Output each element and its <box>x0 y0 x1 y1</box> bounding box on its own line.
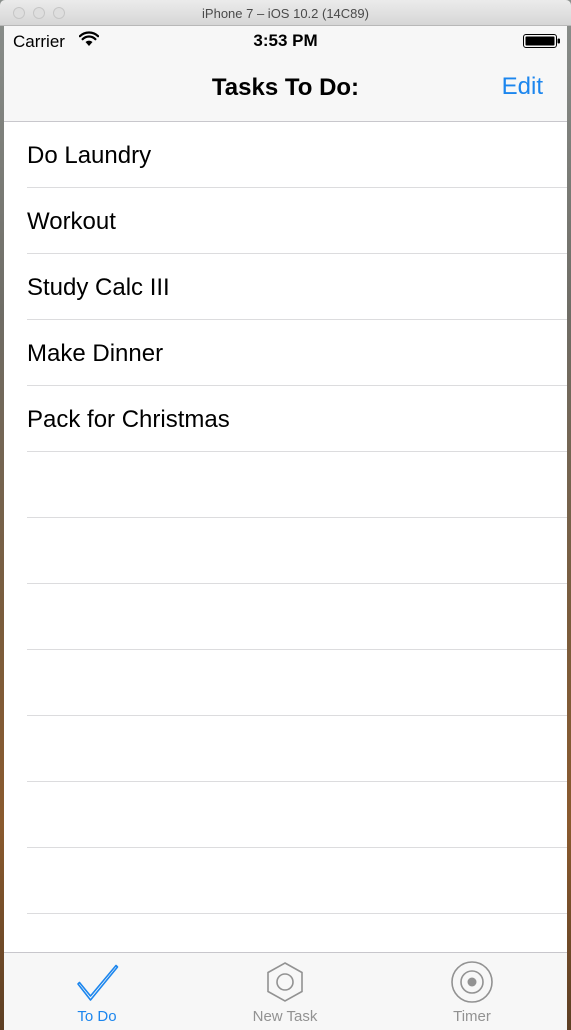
checkmark-icon <box>77 964 119 1001</box>
task-label: Do Laundry <box>27 142 152 169</box>
empty-row <box>4 584 567 650</box>
tab-label: Timer <box>453 1008 491 1025</box>
window-title: iPhone 7 – iOS 10.2 (14C89) <box>202 6 369 21</box>
tab-to-do[interactable]: To Do <box>27 953 167 1030</box>
empty-row <box>4 716 567 782</box>
battery-icon <box>523 34 560 48</box>
edit-button[interactable]: Edit <box>502 73 543 101</box>
empty-row <box>4 848 567 914</box>
task-table[interactable]: Do Laundry Workout Study Calc III Make D… <box>4 122 567 952</box>
tab-label: New Task <box>252 1008 318 1025</box>
tab-bar: To Do New Task Timer <box>4 952 567 1030</box>
task-label: Pack for Christmas <box>27 406 230 433</box>
navigation-bar: Tasks To Do: Edit <box>4 56 567 122</box>
simulator-window: iPhone 7 – iOS 10.2 (14C89) Carrier 3:53… <box>0 0 571 1030</box>
tab-new-task[interactable]: New Task <box>215 953 355 1030</box>
task-label: Workout <box>27 208 116 235</box>
task-label: Study Calc III <box>27 274 170 301</box>
task-label: Make Dinner <box>27 340 164 367</box>
status-bar: Carrier 3:53 PM <box>4 26 567 56</box>
phone-screen: Carrier 3:53 PM Tasks To Do: Edit Do Lau… <box>4 26 567 1030</box>
empty-row <box>4 518 567 584</box>
tab-label: To Do <box>77 1008 117 1025</box>
tab-timer[interactable]: Timer <box>402 953 542 1030</box>
target-icon <box>451 961 493 1003</box>
page-title: Tasks To Do: <box>211 74 360 101</box>
empty-row <box>4 650 567 716</box>
table-row[interactable]: Pack for Christmas <box>4 386 567 452</box>
table-row[interactable]: Study Calc III <box>4 254 567 320</box>
table-row[interactable]: Make Dinner <box>4 320 567 386</box>
window-titlebar: iPhone 7 – iOS 10.2 (14C89) <box>0 0 571 26</box>
empty-row <box>4 452 567 518</box>
empty-row <box>4 782 567 848</box>
status-time: 3:53 PM <box>253 31 318 50</box>
table-row[interactable]: Workout <box>4 188 567 254</box>
empty-row <box>4 914 567 952</box>
hexagon-icon <box>267 962 303 1002</box>
table-row[interactable]: Do Laundry <box>4 122 567 188</box>
